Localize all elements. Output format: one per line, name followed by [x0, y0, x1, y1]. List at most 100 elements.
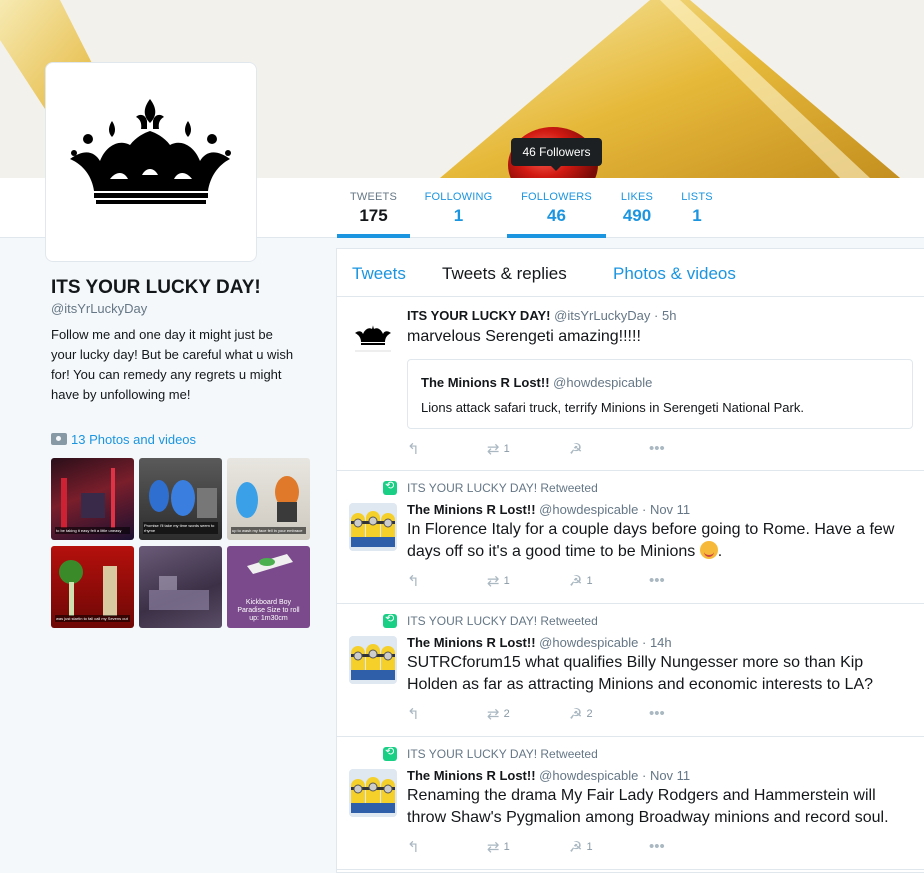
profile-name: ITS YOUR LUCKY DAY! [51, 277, 261, 298]
tweet-time[interactable]: · 14h [642, 635, 672, 650]
retweet-icon: ⇄ [487, 573, 500, 590]
tweet-author-handle[interactable]: @howdespicable [539, 768, 638, 783]
tweet-header: The Minions R Lost!! @howdespicable · No… [407, 768, 690, 783]
tweet-avatar[interactable] [349, 636, 397, 684]
tweet-author-handle[interactable]: @howdespicable [539, 502, 638, 517]
like-button[interactable]: ☭ 2 [569, 705, 593, 723]
like-count: 1 [586, 575, 593, 587]
photo-thumbnail[interactable]: to be taking it easy felt a little uneas… [51, 458, 134, 540]
retweet-button[interactable]: ⇄ 1 [487, 838, 510, 856]
retweet-count: 1 [503, 443, 510, 455]
tweet-text-container: In Florence Italy for a couple days befo… [407, 521, 895, 560]
stat-value: 1 [692, 206, 702, 225]
stat-label: FOLLOWERS [521, 191, 592, 203]
retweet-icon [383, 745, 397, 761]
photo-thumbnail[interactable]: Kickboard Boy Paradise Size to roll up: … [227, 546, 310, 628]
tab-tweets-replies[interactable]: Tweets & replies [442, 264, 567, 284]
photo-thumbnail[interactable]: Promise I'll take my time words seem to … [139, 458, 222, 540]
stat-lists[interactable]: LISTS 1 [679, 178, 715, 238]
crown-icon [70, 99, 231, 204]
stat-following[interactable]: FOLLOWING 1 [421, 178, 496, 238]
tweet-author-name[interactable]: ITS YOUR LUCKY DAY! [407, 308, 551, 323]
more-icon[interactable]: ••• [649, 838, 665, 855]
like-icon: ☭ [569, 441, 583, 458]
tab-tweets[interactable]: Tweets [352, 264, 406, 284]
tab-photos-videos[interactable]: Photos & videos [613, 264, 736, 284]
like-icon: ☭ [569, 839, 583, 856]
profile-handle[interactable]: @itsYrLuckyDay [51, 301, 147, 316]
quote-author-handle: @howdespicable [553, 375, 653, 390]
retweet-icon: ⇄ [487, 441, 500, 458]
tweet[interactable]: ITS YOUR LUCKY DAY! @itsYrLuckyDay · 5h … [337, 297, 924, 471]
stat-followers[interactable]: FOLLOWERS 46 [507, 178, 606, 238]
tweet-avatar[interactable] [349, 311, 397, 359]
photo-thumbnail[interactable] [139, 546, 222, 628]
active-underline [337, 234, 410, 238]
retweet-count: 1 [503, 575, 510, 587]
tweet-text: In Florence Italy for a couple days befo… [407, 521, 895, 560]
photo-thumbnail[interactable]: was just startin to fall call my Sevens … [51, 546, 134, 628]
tweet-author-handle[interactable]: @itsYrLuckyDay [554, 308, 650, 323]
reply-icon[interactable]: ↰ [407, 440, 420, 458]
profile-avatar[interactable] [45, 62, 257, 262]
retweet-button[interactable]: ⇄ 1 [487, 440, 510, 458]
like-icon: ☭ [569, 706, 583, 723]
tweet-header: The Minions R Lost!! @howdespicable · 14… [407, 635, 672, 650]
tweet-author-name[interactable]: The Minions R Lost!! [407, 768, 536, 783]
more-icon[interactable]: ••• [649, 440, 665, 457]
like-count: 2 [586, 708, 593, 720]
reply-icon[interactable]: ↰ [407, 838, 420, 856]
tweet-actions: ↰ ⇄ 1 ☭ ••• [407, 440, 707, 460]
like-button[interactable]: ☭ 1 [569, 838, 593, 856]
like-icon: ☭ [569, 573, 583, 590]
retweet-icon: ⇄ [487, 839, 500, 856]
tweet-avatar[interactable] [349, 503, 397, 551]
retweet-button[interactable]: ⇄ 1 [487, 572, 510, 590]
tweet-time[interactable]: · Nov 11 [642, 768, 690, 783]
stat-tweets[interactable]: TWEETS 175 [337, 178, 410, 238]
tweet[interactable]: ITS YOUR LUCKY DAY! Retweeted The Minion… [337, 737, 924, 870]
tweet-avatar[interactable] [349, 769, 397, 817]
tweet[interactable]: ITS YOUR LUCKY DAY! Retweeted The Minion… [337, 471, 924, 604]
tweet-author-name[interactable]: The Minions R Lost!! [407, 635, 536, 650]
retweet-icon [383, 479, 397, 495]
retweet-icon [383, 612, 397, 628]
retweeted-by[interactable]: ITS YOUR LUCKY DAY! Retweeted [407, 614, 598, 628]
more-icon[interactable]: ••• [649, 705, 665, 722]
photos-link-label: 13 Photos and videos [71, 432, 197, 447]
thumb-caption: Kickboard Boy Paradise Size to roll up: … [237, 599, 300, 622]
thumb-caption: up to wash my face fell in your embrace [231, 527, 306, 534]
like-button[interactable]: ☭ 1 [569, 572, 593, 590]
tweet-text: marvelous Serengeti amazing!!!!! [407, 328, 641, 345]
reply-icon[interactable]: ↰ [407, 705, 420, 723]
stat-value: 490 [622, 206, 652, 225]
tweet-actions: ↰ ⇄ 2 ☭ 2 ••• [407, 705, 707, 725]
retweeted-by[interactable]: ITS YOUR LUCKY DAY! Retweeted [407, 747, 598, 761]
stat-likes[interactable]: LIKES 490 [617, 178, 657, 238]
profile-bio: Follow me and one day it might just be y… [51, 327, 294, 402]
quote-author-name: The Minions R Lost!! [421, 375, 550, 390]
tweet-actions: ↰ ⇄ 1 ☭ 1 ••• [407, 838, 707, 858]
stat-label: LISTS [681, 191, 713, 203]
like-button[interactable]: ☭ [569, 440, 586, 458]
minions-avatar-icon [349, 769, 397, 817]
tweet-header: The Minions R Lost!! @howdespicable · No… [407, 502, 690, 517]
more-icon[interactable]: ••• [649, 572, 665, 589]
thumb-caption: to be taking it easy felt a little uneas… [55, 527, 130, 534]
hover-underline [507, 234, 606, 238]
photos-videos-link[interactable]: 13 Photos and videos [51, 432, 196, 447]
reply-icon[interactable]: ↰ [407, 572, 420, 590]
tweet[interactable]: ITS YOUR LUCKY DAY! Retweeted The Minion… [337, 604, 924, 737]
retweeted-by[interactable]: ITS YOUR LUCKY DAY! Retweeted [407, 481, 598, 495]
stat-label: TWEETS [349, 191, 398, 203]
stat-label: LIKES [620, 191, 654, 203]
photo-thumbnail[interactable]: up to wash my face fell in your embrace [227, 458, 310, 540]
timeline-tabs: Tweets Tweets & replies Photos & videos [337, 249, 924, 297]
retweet-button[interactable]: ⇄ 2 [487, 705, 510, 723]
tweet-time[interactable]: · Nov 11 [642, 502, 690, 517]
quoted-tweet[interactable]: The Minions R Lost!! @howdespicable Lion… [407, 359, 913, 429]
tweet-author-handle[interactable]: @howdespicable [539, 635, 638, 650]
tweet-time[interactable]: · 5h [654, 308, 676, 323]
tweet-author-name[interactable]: The Minions R Lost!! [407, 502, 536, 517]
stat-value: 175 [359, 206, 388, 225]
